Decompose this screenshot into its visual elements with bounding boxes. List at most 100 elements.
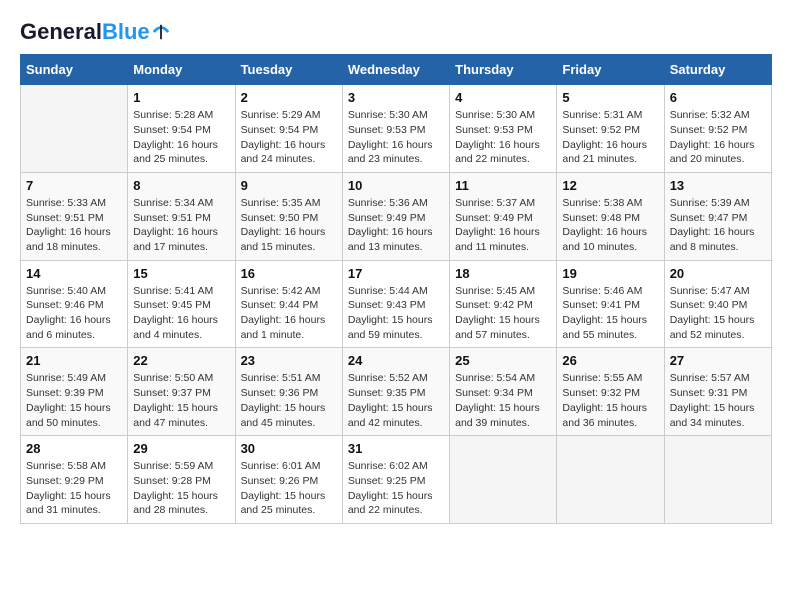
- calendar-cell: 3 Sunrise: 5:30 AM Sunset: 9:53 PM Daylig…: [342, 85, 449, 173]
- header-day-sunday: Sunday: [21, 55, 128, 85]
- day-number: 28: [26, 441, 122, 456]
- header-day-friday: Friday: [557, 55, 664, 85]
- day-number: 4: [455, 90, 551, 105]
- day-info: Sunrise: 5:30 AM Sunset: 9:53 PM Dayligh…: [348, 108, 444, 167]
- day-info: Sunrise: 5:35 AM Sunset: 9:50 PM Dayligh…: [241, 196, 337, 255]
- calendar-cell: 18Sunrise: 5:45 AM Sunset: 9:42 PM Dayli…: [450, 260, 557, 348]
- day-number: 30: [241, 441, 337, 456]
- day-number: 14: [26, 266, 122, 281]
- calendar-cell: 6 Sunrise: 5:32 AM Sunset: 9:52 PM Daylig…: [664, 85, 771, 173]
- header-day-thursday: Thursday: [450, 55, 557, 85]
- calendar-cell: 1 Sunrise: 5:28 AM Sunset: 9:54 PM Daylig…: [128, 85, 235, 173]
- day-number: 13: [670, 178, 766, 193]
- day-info: Sunrise: 5:58 AM Sunset: 9:29 PM Dayligh…: [26, 459, 122, 518]
- day-info: Sunrise: 5:52 AM Sunset: 9:35 PM Dayligh…: [348, 371, 444, 430]
- calendar-cell: 13 Sunrise: 5:39 AM Sunset: 9:47 PM Dayli…: [664, 172, 771, 260]
- calendar-cell: 27 Sunrise: 5:57 AM Sunset: 9:31 PM Dayli…: [664, 348, 771, 436]
- day-info: Sunrise: 5:30 AM Sunset: 9:53 PM Dayligh…: [455, 108, 551, 167]
- day-number: 8: [133, 178, 229, 193]
- calendar-cell: 16 Sunrise: 5:42 AM Sunset: 9:44 PM Dayli…: [235, 260, 342, 348]
- logo-icon: [152, 23, 170, 41]
- calendar-cell: [21, 85, 128, 173]
- logo: GeneralBlue: [20, 20, 170, 44]
- day-number: 15: [133, 266, 229, 281]
- day-number: 27: [670, 353, 766, 368]
- day-info: Sunrise: 6:02 AM Sunset: 9:25 PM Dayligh…: [348, 459, 444, 518]
- day-info: Sunrise: 6:01 AM Sunset: 9:26 PM Dayligh…: [241, 459, 337, 518]
- day-info: Sunrise: 5:32 AM Sunset: 9:52 PM Dayligh…: [670, 108, 766, 167]
- day-number: 17: [348, 266, 444, 281]
- day-number: 3: [348, 90, 444, 105]
- week-row-4: 21 Sunrise: 5:49 AM Sunset: 9:39 PM Dayli…: [21, 348, 772, 436]
- calendar-cell: 11 Sunrise: 5:37 AM Sunset: 9:49 PM Dayli…: [450, 172, 557, 260]
- day-info: Sunrise: 5:38 AM Sunset: 9:48 PM Dayligh…: [562, 196, 658, 255]
- day-number: 16: [241, 266, 337, 281]
- calendar-cell: 5 Sunrise: 5:31 AM Sunset: 9:52 PM Daylig…: [557, 85, 664, 173]
- day-info: Sunrise: 5:49 AM Sunset: 9:39 PM Dayligh…: [26, 371, 122, 430]
- week-row-3: 14 Sunrise: 5:40 AM Sunset: 9:46 PM Dayli…: [21, 260, 772, 348]
- day-number: 9: [241, 178, 337, 193]
- calendar-cell: [557, 436, 664, 524]
- calendar-cell: 19 Sunrise: 5:46 AM Sunset: 9:41 PM Dayli…: [557, 260, 664, 348]
- day-info: Sunrise: 5:40 AM Sunset: 9:46 PM Dayligh…: [26, 284, 122, 343]
- calendar-table: SundayMondayTuesdayWednesdayThursdayFrid…: [20, 54, 772, 524]
- calendar-cell: 15 Sunrise: 5:41 AM Sunset: 9:45 PM Dayli…: [128, 260, 235, 348]
- calendar-cell: 22 Sunrise: 5:50 AM Sunset: 9:37 PM Dayli…: [128, 348, 235, 436]
- day-info: Sunrise: 5:44 AM Sunset: 9:43 PM Dayligh…: [348, 284, 444, 343]
- week-row-1: 1 Sunrise: 5:28 AM Sunset: 9:54 PM Daylig…: [21, 85, 772, 173]
- calendar-cell: 9 Sunrise: 5:35 AM Sunset: 9:50 PM Daylig…: [235, 172, 342, 260]
- day-number: 10: [348, 178, 444, 193]
- calendar-cell: 12Sunrise: 5:38 AM Sunset: 9:48 PM Dayli…: [557, 172, 664, 260]
- calendar-cell: [450, 436, 557, 524]
- day-info: Sunrise: 5:57 AM Sunset: 9:31 PM Dayligh…: [670, 371, 766, 430]
- calendar-cell: 29 Sunrise: 5:59 AM Sunset: 9:28 PM Dayli…: [128, 436, 235, 524]
- header-row: SundayMondayTuesdayWednesdayThursdayFrid…: [21, 55, 772, 85]
- day-info: Sunrise: 5:42 AM Sunset: 9:44 PM Dayligh…: [241, 284, 337, 343]
- day-number: 23: [241, 353, 337, 368]
- day-number: 18: [455, 266, 551, 281]
- day-info: Sunrise: 5:33 AM Sunset: 9:51 PM Dayligh…: [26, 196, 122, 255]
- week-row-2: 7Sunrise: 5:33 AM Sunset: 9:51 PM Daylig…: [21, 172, 772, 260]
- day-number: 21: [26, 353, 122, 368]
- day-info: Sunrise: 5:31 AM Sunset: 9:52 PM Dayligh…: [562, 108, 658, 167]
- calendar-cell: 10 Sunrise: 5:36 AM Sunset: 9:49 PM Dayli…: [342, 172, 449, 260]
- day-info: Sunrise: 5:47 AM Sunset: 9:40 PM Dayligh…: [670, 284, 766, 343]
- day-number: 19: [562, 266, 658, 281]
- day-number: 26: [562, 353, 658, 368]
- day-info: Sunrise: 5:50 AM Sunset: 9:37 PM Dayligh…: [133, 371, 229, 430]
- day-number: 22: [133, 353, 229, 368]
- day-info: Sunrise: 5:41 AM Sunset: 9:45 PM Dayligh…: [133, 284, 229, 343]
- calendar-cell: 31 Sunrise: 6:02 AM Sunset: 9:25 PM Dayli…: [342, 436, 449, 524]
- header-day-monday: Monday: [128, 55, 235, 85]
- calendar-cell: 28 Sunrise: 5:58 AM Sunset: 9:29 PM Dayli…: [21, 436, 128, 524]
- day-number: 5: [562, 90, 658, 105]
- header-day-wednesday: Wednesday: [342, 55, 449, 85]
- day-info: Sunrise: 5:59 AM Sunset: 9:28 PM Dayligh…: [133, 459, 229, 518]
- day-info: Sunrise: 5:55 AM Sunset: 9:32 PM Dayligh…: [562, 371, 658, 430]
- day-number: 29: [133, 441, 229, 456]
- calendar-cell: 20 Sunrise: 5:47 AM Sunset: 9:40 PM Dayli…: [664, 260, 771, 348]
- day-info: Sunrise: 5:28 AM Sunset: 9:54 PM Dayligh…: [133, 108, 229, 167]
- header-day-tuesday: Tuesday: [235, 55, 342, 85]
- day-info: Sunrise: 5:39 AM Sunset: 9:47 PM Dayligh…: [670, 196, 766, 255]
- day-number: 25: [455, 353, 551, 368]
- calendar-cell: 4 Sunrise: 5:30 AM Sunset: 9:53 PM Daylig…: [450, 85, 557, 173]
- header-day-saturday: Saturday: [664, 55, 771, 85]
- day-number: 6: [670, 90, 766, 105]
- day-info: Sunrise: 5:36 AM Sunset: 9:49 PM Dayligh…: [348, 196, 444, 255]
- day-number: 1: [133, 90, 229, 105]
- calendar-cell: [664, 436, 771, 524]
- day-info: Sunrise: 5:46 AM Sunset: 9:41 PM Dayligh…: [562, 284, 658, 343]
- calendar-cell: 14 Sunrise: 5:40 AM Sunset: 9:46 PM Dayli…: [21, 260, 128, 348]
- day-number: 11: [455, 178, 551, 193]
- day-number: 31: [348, 441, 444, 456]
- calendar-cell: 7Sunrise: 5:33 AM Sunset: 9:51 PM Daylig…: [21, 172, 128, 260]
- week-row-5: 28 Sunrise: 5:58 AM Sunset: 9:29 PM Dayli…: [21, 436, 772, 524]
- day-info: Sunrise: 5:29 AM Sunset: 9:54 PM Dayligh…: [241, 108, 337, 167]
- day-info: Sunrise: 5:37 AM Sunset: 9:49 PM Dayligh…: [455, 196, 551, 255]
- calendar-cell: 2Sunrise: 5:29 AM Sunset: 9:54 PM Daylig…: [235, 85, 342, 173]
- calendar-body: 1 Sunrise: 5:28 AM Sunset: 9:54 PM Daylig…: [21, 85, 772, 524]
- calendar-cell: 25Sunrise: 5:54 AM Sunset: 9:34 PM Dayli…: [450, 348, 557, 436]
- day-number: 20: [670, 266, 766, 281]
- day-info: Sunrise: 5:34 AM Sunset: 9:51 PM Dayligh…: [133, 196, 229, 255]
